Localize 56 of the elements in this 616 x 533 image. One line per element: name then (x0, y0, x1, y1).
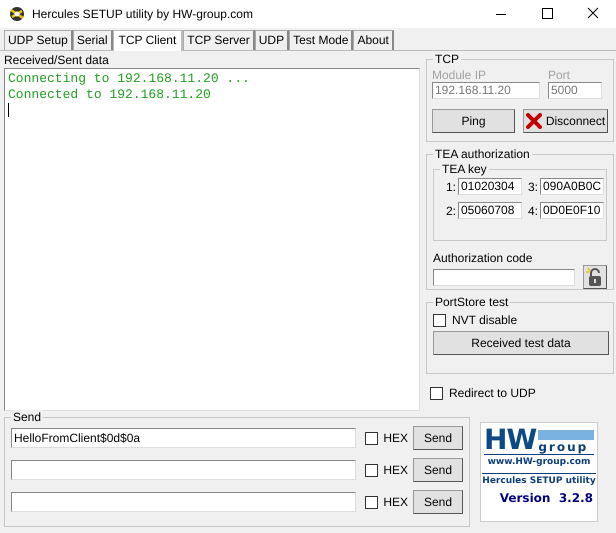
checkbox-label: HEX (383, 431, 408, 445)
tab[interactable]: TCP Server (183, 30, 255, 50)
tab[interactable]: Test Mode (289, 30, 354, 50)
send-button[interactable]: Send (413, 426, 463, 450)
group-title: TEA authorization (433, 147, 532, 161)
tab[interactable]: About (353, 30, 394, 50)
received-test-data-button[interactable]: Received test data (433, 331, 609, 355)
input-field[interactable]: 0D0E0F10 (540, 202, 604, 219)
text-cursor (8, 103, 9, 117)
input-field[interactable] (11, 492, 356, 512)
key-label: 3: (526, 180, 538, 194)
key-label: 2: (444, 204, 456, 218)
input-field[interactable]: 090A0B0C (540, 178, 604, 195)
checkbox[interactable] (365, 496, 378, 508)
window-title: Hercules SETUP utility by HW-group.com (32, 7, 254, 21)
checkbox[interactable] (365, 464, 378, 476)
group-title: TCP (433, 52, 461, 66)
website-text: www.HW-group.com (488, 457, 590, 467)
section-label: Received/Sent data (4, 53, 110, 67)
group-title: TEA key (440, 162, 489, 176)
input-field[interactable]: 01020304 (458, 178, 522, 195)
checkbox[interactable] (433, 314, 446, 326)
send-button[interactable]: Send (413, 458, 463, 482)
checkbox[interactable] (365, 432, 378, 444)
log-line: Connecting to 192.168.11.20 ... (8, 71, 250, 87)
tab[interactable]: UDP (254, 30, 290, 50)
checkbox-label: HEX (383, 463, 408, 477)
field-label: Authorization code (433, 251, 534, 265)
x-icon (526, 113, 542, 129)
send-button[interactable]: Send (413, 490, 463, 514)
product-name: Hercules SETUP utility (482, 473, 596, 486)
logo-text: group (538, 440, 590, 454)
lock-button[interactable] (583, 265, 607, 289)
tab[interactable]: TCP Client (112, 30, 184, 51)
field-label: Port (548, 68, 572, 82)
logo-mark: HW (484, 426, 536, 454)
tab[interactable]: UDP Setup (4, 30, 73, 50)
key-label: 4: (526, 204, 538, 218)
checkbox-label: HEX (383, 495, 408, 509)
checkbox[interactable] (430, 386, 443, 400)
input-field[interactable]: HelloFromClient$0d$0a (11, 428, 356, 448)
group-title: PortStore test (433, 295, 510, 309)
input-field[interactable] (433, 268, 575, 286)
version-text: Version 3.2.8 (500, 491, 593, 505)
checkbox-label: NVT disable (452, 313, 518, 327)
app-icon (8, 5, 26, 23)
checkbox-label: Redirect to UDP (449, 386, 536, 400)
field-label: Module IP (432, 68, 488, 82)
input-field[interactable] (11, 460, 356, 480)
padlock-icon (586, 267, 604, 287)
group-title: Send (11, 410, 44, 424)
key-label: 1: (444, 180, 456, 194)
logo-bar (538, 430, 594, 440)
tab[interactable]: Serial (72, 30, 112, 50)
log-line: Connected to 192.168.11.20 (8, 87, 211, 103)
input-field[interactable]: 05060708 (458, 202, 522, 219)
